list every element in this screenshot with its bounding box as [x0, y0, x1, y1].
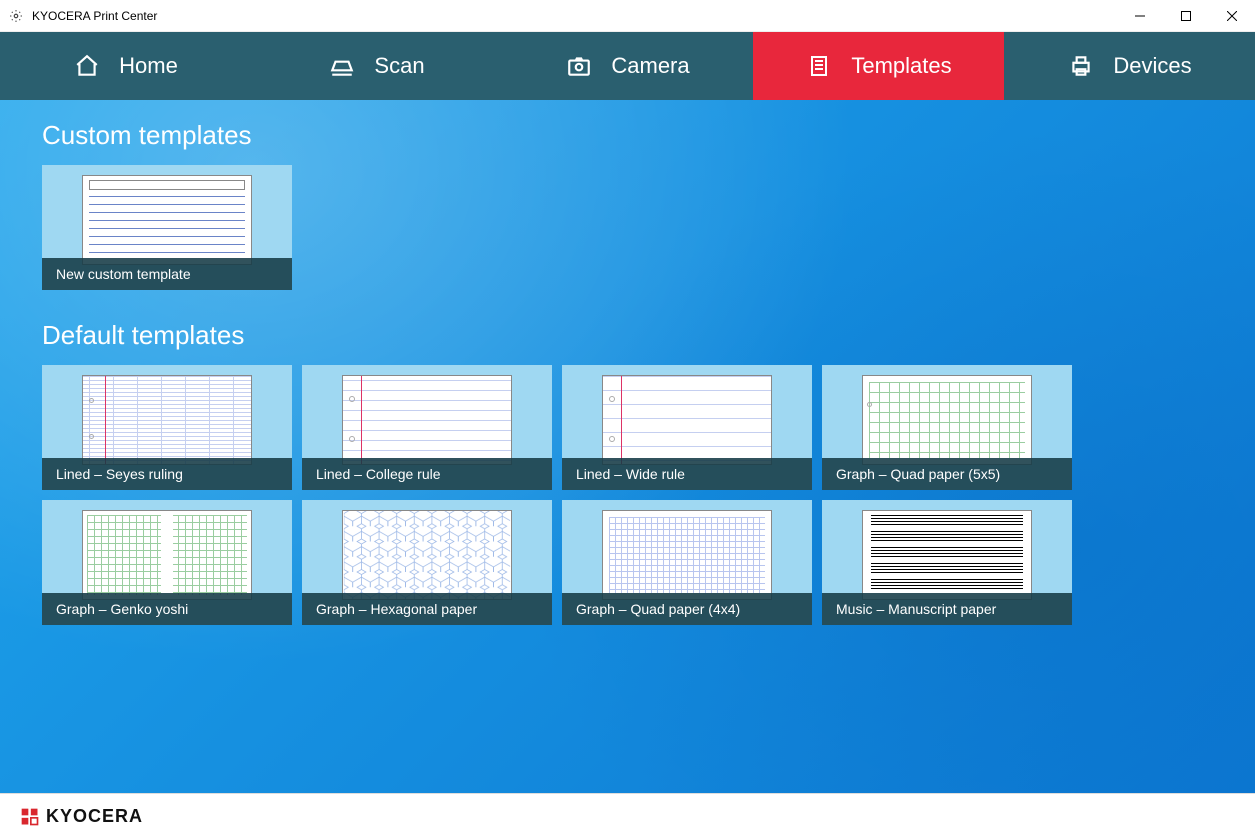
template-label: Music – Manuscript paper — [822, 593, 1072, 625]
brand-text: KYOCERA — [46, 806, 143, 827]
template-label: Graph – Genko yoshi — [42, 593, 292, 625]
nav-devices[interactable]: Devices — [1004, 32, 1255, 100]
nav-label: Home — [119, 53, 178, 79]
default-templates-heading: Default templates — [42, 320, 1213, 351]
template-label: Lined – Seyes ruling — [42, 458, 292, 490]
template-label: Lined – Wide rule — [562, 458, 812, 490]
nav-scan[interactable]: Scan — [251, 32, 502, 100]
template-preview — [82, 375, 252, 465]
nav-label: Devices — [1113, 53, 1191, 79]
template-wide-rule[interactable]: Lined – Wide rule — [562, 365, 812, 490]
nav-label: Scan — [374, 53, 424, 79]
template-hexagonal[interactable]: Graph – Hexagonal paper — [302, 500, 552, 625]
footer: KYOCERA — [0, 793, 1255, 839]
minimize-button[interactable] — [1117, 0, 1163, 32]
brand-logo: KYOCERA — [20, 806, 143, 827]
template-preview — [602, 510, 772, 600]
template-preview — [602, 375, 772, 465]
window-title: KYOCERA Print Center — [32, 9, 157, 23]
kyocera-mark-icon — [20, 807, 40, 827]
custom-templates-grid: New custom template — [42, 165, 1213, 290]
template-preview — [862, 510, 1032, 600]
new-custom-template-card[interactable]: New custom template — [42, 165, 292, 290]
default-templates-grid: Lined – Seyes ruling Lined – College rul… — [42, 365, 1213, 625]
template-preview — [342, 375, 512, 465]
home-icon — [73, 52, 101, 80]
titlebar: KYOCERA Print Center — [0, 0, 1255, 32]
template-preview — [82, 175, 252, 265]
template-label: Graph – Quad paper (4x4) — [562, 593, 812, 625]
template-label: Graph – Hexagonal paper — [302, 593, 552, 625]
printer-icon — [1067, 52, 1095, 80]
gear-icon — [8, 8, 24, 24]
close-button[interactable] — [1209, 0, 1255, 32]
template-music-manuscript[interactable]: Music – Manuscript paper — [822, 500, 1072, 625]
template-seyes[interactable]: Lined – Seyes ruling — [42, 365, 292, 490]
nav-label: Templates — [851, 53, 951, 79]
scanner-icon — [328, 52, 356, 80]
template-quad-4x4[interactable]: Graph – Quad paper (4x4) — [562, 500, 812, 625]
template-quad-5x5[interactable]: Graph – Quad paper (5x5) — [822, 365, 1072, 490]
navbar: Home Scan Camera Templates Devices — [0, 32, 1255, 100]
main-content: Custom templates New custom template Def… — [0, 100, 1255, 793]
template-label: Lined – College rule — [302, 458, 552, 490]
template-preview — [342, 510, 512, 600]
maximize-button[interactable] — [1163, 0, 1209, 32]
template-label: Graph – Quad paper (5x5) — [822, 458, 1072, 490]
template-preview — [862, 375, 1032, 465]
nav-templates[interactable]: Templates — [753, 32, 1004, 100]
custom-templates-heading: Custom templates — [42, 120, 1213, 151]
template-label: New custom template — [42, 258, 292, 290]
template-preview — [82, 510, 252, 600]
camera-icon — [565, 52, 593, 80]
nav-home[interactable]: Home — [0, 32, 251, 100]
template-genko-yoshi[interactable]: Graph – Genko yoshi — [42, 500, 292, 625]
nav-camera[interactable]: Camera — [502, 32, 753, 100]
nav-label: Camera — [611, 53, 689, 79]
template-college-rule[interactable]: Lined – College rule — [302, 365, 552, 490]
templates-icon — [805, 52, 833, 80]
